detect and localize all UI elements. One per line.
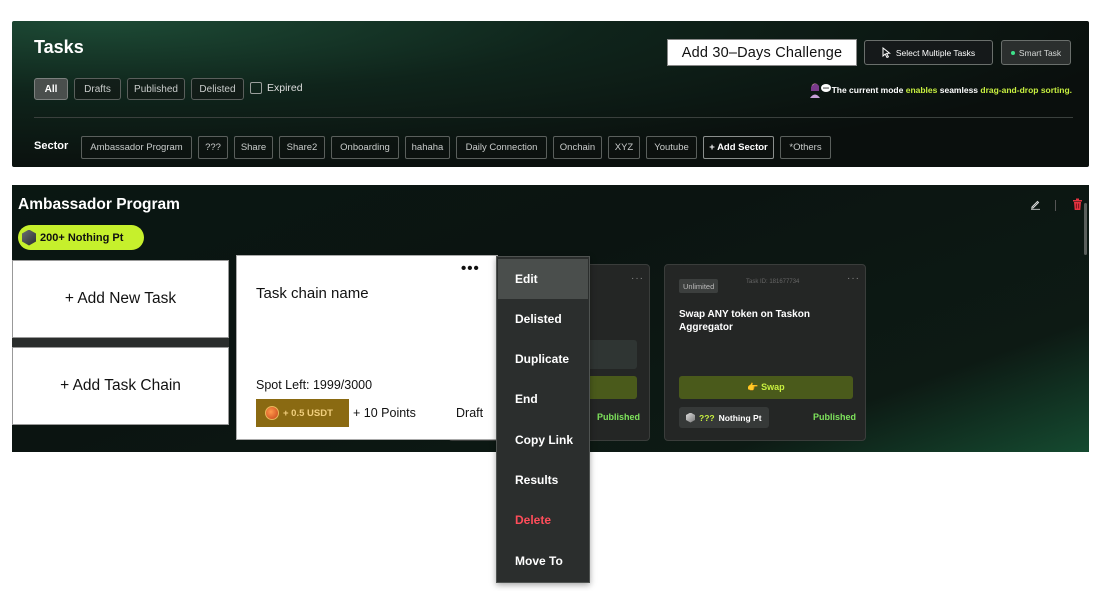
- add-sector-button[interactable]: + Add Sector: [703, 136, 774, 159]
- sector-chip-daily-connection[interactable]: Daily Connection: [456, 136, 547, 159]
- reward-chip: ??? Nothing Pt: [679, 407, 769, 428]
- filter-all[interactable]: All: [34, 78, 68, 100]
- task-card-swap[interactable]: Unlimited Task ID: 181677734 ··· Swap AN…: [664, 264, 866, 441]
- mode-note: The current mode enables seamless drag-a…: [809, 82, 1072, 98]
- scrollbar[interactable]: [1084, 203, 1087, 255]
- filter-delisted[interactable]: Delisted: [191, 78, 244, 100]
- coin-icon: [265, 406, 279, 420]
- cursor-icon: [882, 47, 891, 58]
- menu-item-end[interactable]: End: [498, 379, 588, 419]
- reward-unit: Nothing Pt: [718, 412, 762, 423]
- expired-checkbox[interactable]: [250, 82, 262, 94]
- sector-chip-onboarding[interactable]: Onboarding: [331, 136, 399, 159]
- cube-icon: [22, 229, 36, 246]
- status-published: Published: [813, 412, 857, 422]
- filter-drafts[interactable]: Drafts: [74, 78, 121, 100]
- mode-note-text: The current mode enables seamless drag-a…: [831, 85, 1072, 95]
- sector-chip-share2[interactable]: Share2: [279, 136, 325, 159]
- menu-item-move-to[interactable]: Move To: [498, 541, 588, 581]
- points-badge: 200+ Nothing Pt: [18, 225, 144, 250]
- status-published: Published: [597, 412, 641, 422]
- sector-chip-hahaha[interactable]: hahaha: [405, 136, 450, 159]
- hidden-card-edge: [12, 337, 229, 347]
- filter-published[interactable]: Published: [127, 78, 185, 100]
- header-divider: [34, 117, 1073, 118]
- sector-chip-others[interactable]: *Others: [780, 136, 831, 159]
- expired-label: Expired: [267, 82, 303, 94]
- points-badge-label: 200+ Nothing Pt: [40, 231, 124, 244]
- menu-item-delete[interactable]: Delete: [498, 500, 588, 540]
- card-menu-icon[interactable]: •••: [461, 260, 480, 277]
- card-title: Swap ANY token on Taskon Aggregator: [679, 309, 810, 333]
- task-chain-name: Task chain name: [256, 285, 369, 302]
- menu-item-edit[interactable]: Edit: [498, 259, 588, 299]
- menu-item-duplicate[interactable]: Duplicate: [498, 339, 588, 379]
- section-title: Ambassador Program: [18, 196, 180, 213]
- page-title: Tasks: [34, 37, 84, 57]
- context-menu: Edit Delisted Duplicate End Copy Link Re…: [496, 256, 590, 583]
- expired-filter[interactable]: Expired: [250, 82, 303, 94]
- avatar-icon: [809, 82, 831, 98]
- edit-icon[interactable]: [1030, 199, 1041, 210]
- status-dot-icon: [1010, 50, 1015, 55]
- task-chain-card[interactable]: ••• Task chain name Spot Left: 1999/3000…: [236, 255, 498, 440]
- sector-chip-xyz[interactable]: XYZ: [608, 136, 640, 159]
- points-reward: + 10 Points: [353, 406, 416, 420]
- usdt-reward-chip: + 0.5 USDT: [256, 399, 349, 427]
- unlimited-tag: Unlimited: [679, 279, 719, 293]
- select-multiple-button[interactable]: Select Multiple Tasks: [864, 40, 993, 65]
- select-multiple-label: Select Multiple Tasks: [895, 47, 976, 58]
- reward-amount: ???: [699, 412, 715, 423]
- sector-chip-unknown[interactable]: ???: [198, 136, 228, 159]
- tasks-header-panel: Tasks All Drafts Published Delisted Expi…: [12, 21, 1089, 167]
- sector-chip-ambassador[interactable]: Ambassador Program: [81, 136, 192, 159]
- sector-chip-youtube[interactable]: Youtube: [646, 136, 697, 159]
- card-menu-icon[interactable]: ···: [847, 273, 860, 284]
- task-id: Task ID: 181677734: [746, 279, 800, 285]
- trash-icon[interactable]: [1072, 198, 1083, 211]
- smart-task-label: Smart Task: [1018, 47, 1062, 58]
- add-task-button[interactable]: + Add New Task: [12, 260, 229, 338]
- cube-icon: [686, 412, 695, 423]
- sector-chip-onchain[interactable]: Onchain: [553, 136, 602, 159]
- status-draft: Draft: [456, 406, 484, 420]
- smart-task-button[interactable]: Smart Task: [1001, 40, 1071, 65]
- add-task-chain-button[interactable]: + Add Task Chain: [12, 347, 229, 425]
- menu-item-copy-link[interactable]: Copy Link: [498, 420, 588, 460]
- menu-item-delisted[interactable]: Delisted: [498, 299, 588, 339]
- icon-separator: [1055, 200, 1056, 211]
- menu-item-results[interactable]: Results: [498, 460, 588, 500]
- sector-label: Sector: [34, 140, 69, 152]
- swap-button[interactable]: 👉 Swap: [679, 376, 853, 399]
- sector-chip-share[interactable]: Share: [234, 136, 273, 159]
- card-menu-icon[interactable]: ···: [631, 273, 644, 284]
- spot-left: Spot Left: 1999/3000: [256, 378, 373, 392]
- add-challenge-button[interactable]: Add 30–Days Challenge: [667, 39, 857, 66]
- usdt-reward-label: + 0.5 USDT: [283, 407, 333, 419]
